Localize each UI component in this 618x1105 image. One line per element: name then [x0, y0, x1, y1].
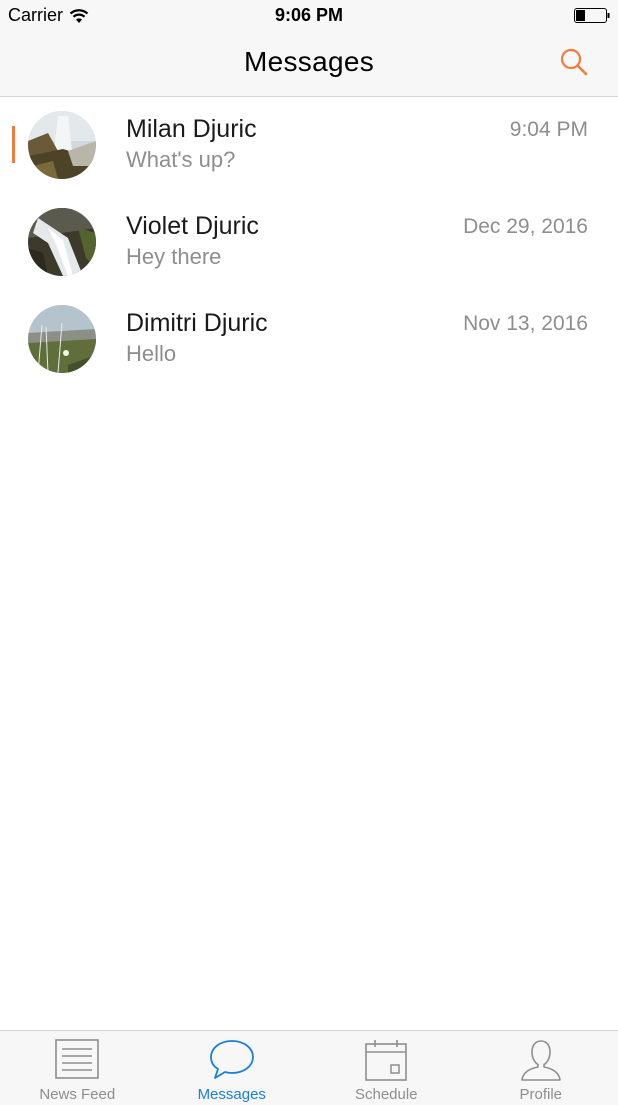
contact-name: Violet Djuric [126, 212, 259, 241]
chat-bubble-icon [207, 1037, 257, 1083]
unread-indicator [12, 126, 15, 163]
conversation-row[interactable]: Violet Djuric Hey there Dec 29, 2016 [0, 194, 618, 291]
message-time: Nov 13, 2016 [463, 312, 588, 336]
tab-news-feed[interactable]: News Feed [0, 1031, 155, 1105]
tab-profile[interactable]: Profile [464, 1031, 618, 1105]
search-button[interactable] [558, 46, 590, 78]
navigation-bar: Messages [0, 32, 618, 97]
tab-messages[interactable]: Messages [155, 1031, 310, 1105]
conversation-list: Milan Djuric What's up? 9:04 PM Violet D… [0, 97, 618, 388]
avatar [28, 111, 96, 179]
message-time: Dec 29, 2016 [463, 215, 588, 239]
tab-bar: News Feed Messages Schedule Profile [0, 1030, 618, 1105]
contact-name: Dimitri Djuric [126, 309, 268, 338]
avatar [28, 305, 96, 373]
avatar [28, 208, 96, 276]
message-preview: Hey there [126, 244, 221, 270]
tab-schedule[interactable]: Schedule [309, 1031, 464, 1105]
search-icon [558, 46, 590, 78]
tab-label: News Feed [0, 1086, 155, 1103]
status-time: 9:06 PM [0, 5, 618, 26]
message-preview: What's up? [126, 147, 235, 173]
conversation-row[interactable]: Milan Djuric What's up? 9:04 PM [0, 97, 618, 194]
page-title: Messages [0, 46, 618, 78]
status-bar: Carrier 9:06 PM [0, 0, 618, 32]
calendar-icon [361, 1037, 411, 1083]
battery-icon [574, 8, 610, 23]
news-feed-icon [52, 1037, 102, 1083]
message-preview: Hello [126, 341, 176, 367]
message-time: 9:04 PM [510, 118, 588, 142]
conversation-row[interactable]: Dimitri Djuric Hello Nov 13, 2016 [0, 291, 618, 388]
tab-label: Schedule [309, 1086, 464, 1103]
contact-name: Milan Djuric [126, 115, 257, 144]
tab-label: Messages [155, 1086, 310, 1103]
tab-label: Profile [464, 1086, 618, 1103]
profile-icon [516, 1037, 566, 1083]
